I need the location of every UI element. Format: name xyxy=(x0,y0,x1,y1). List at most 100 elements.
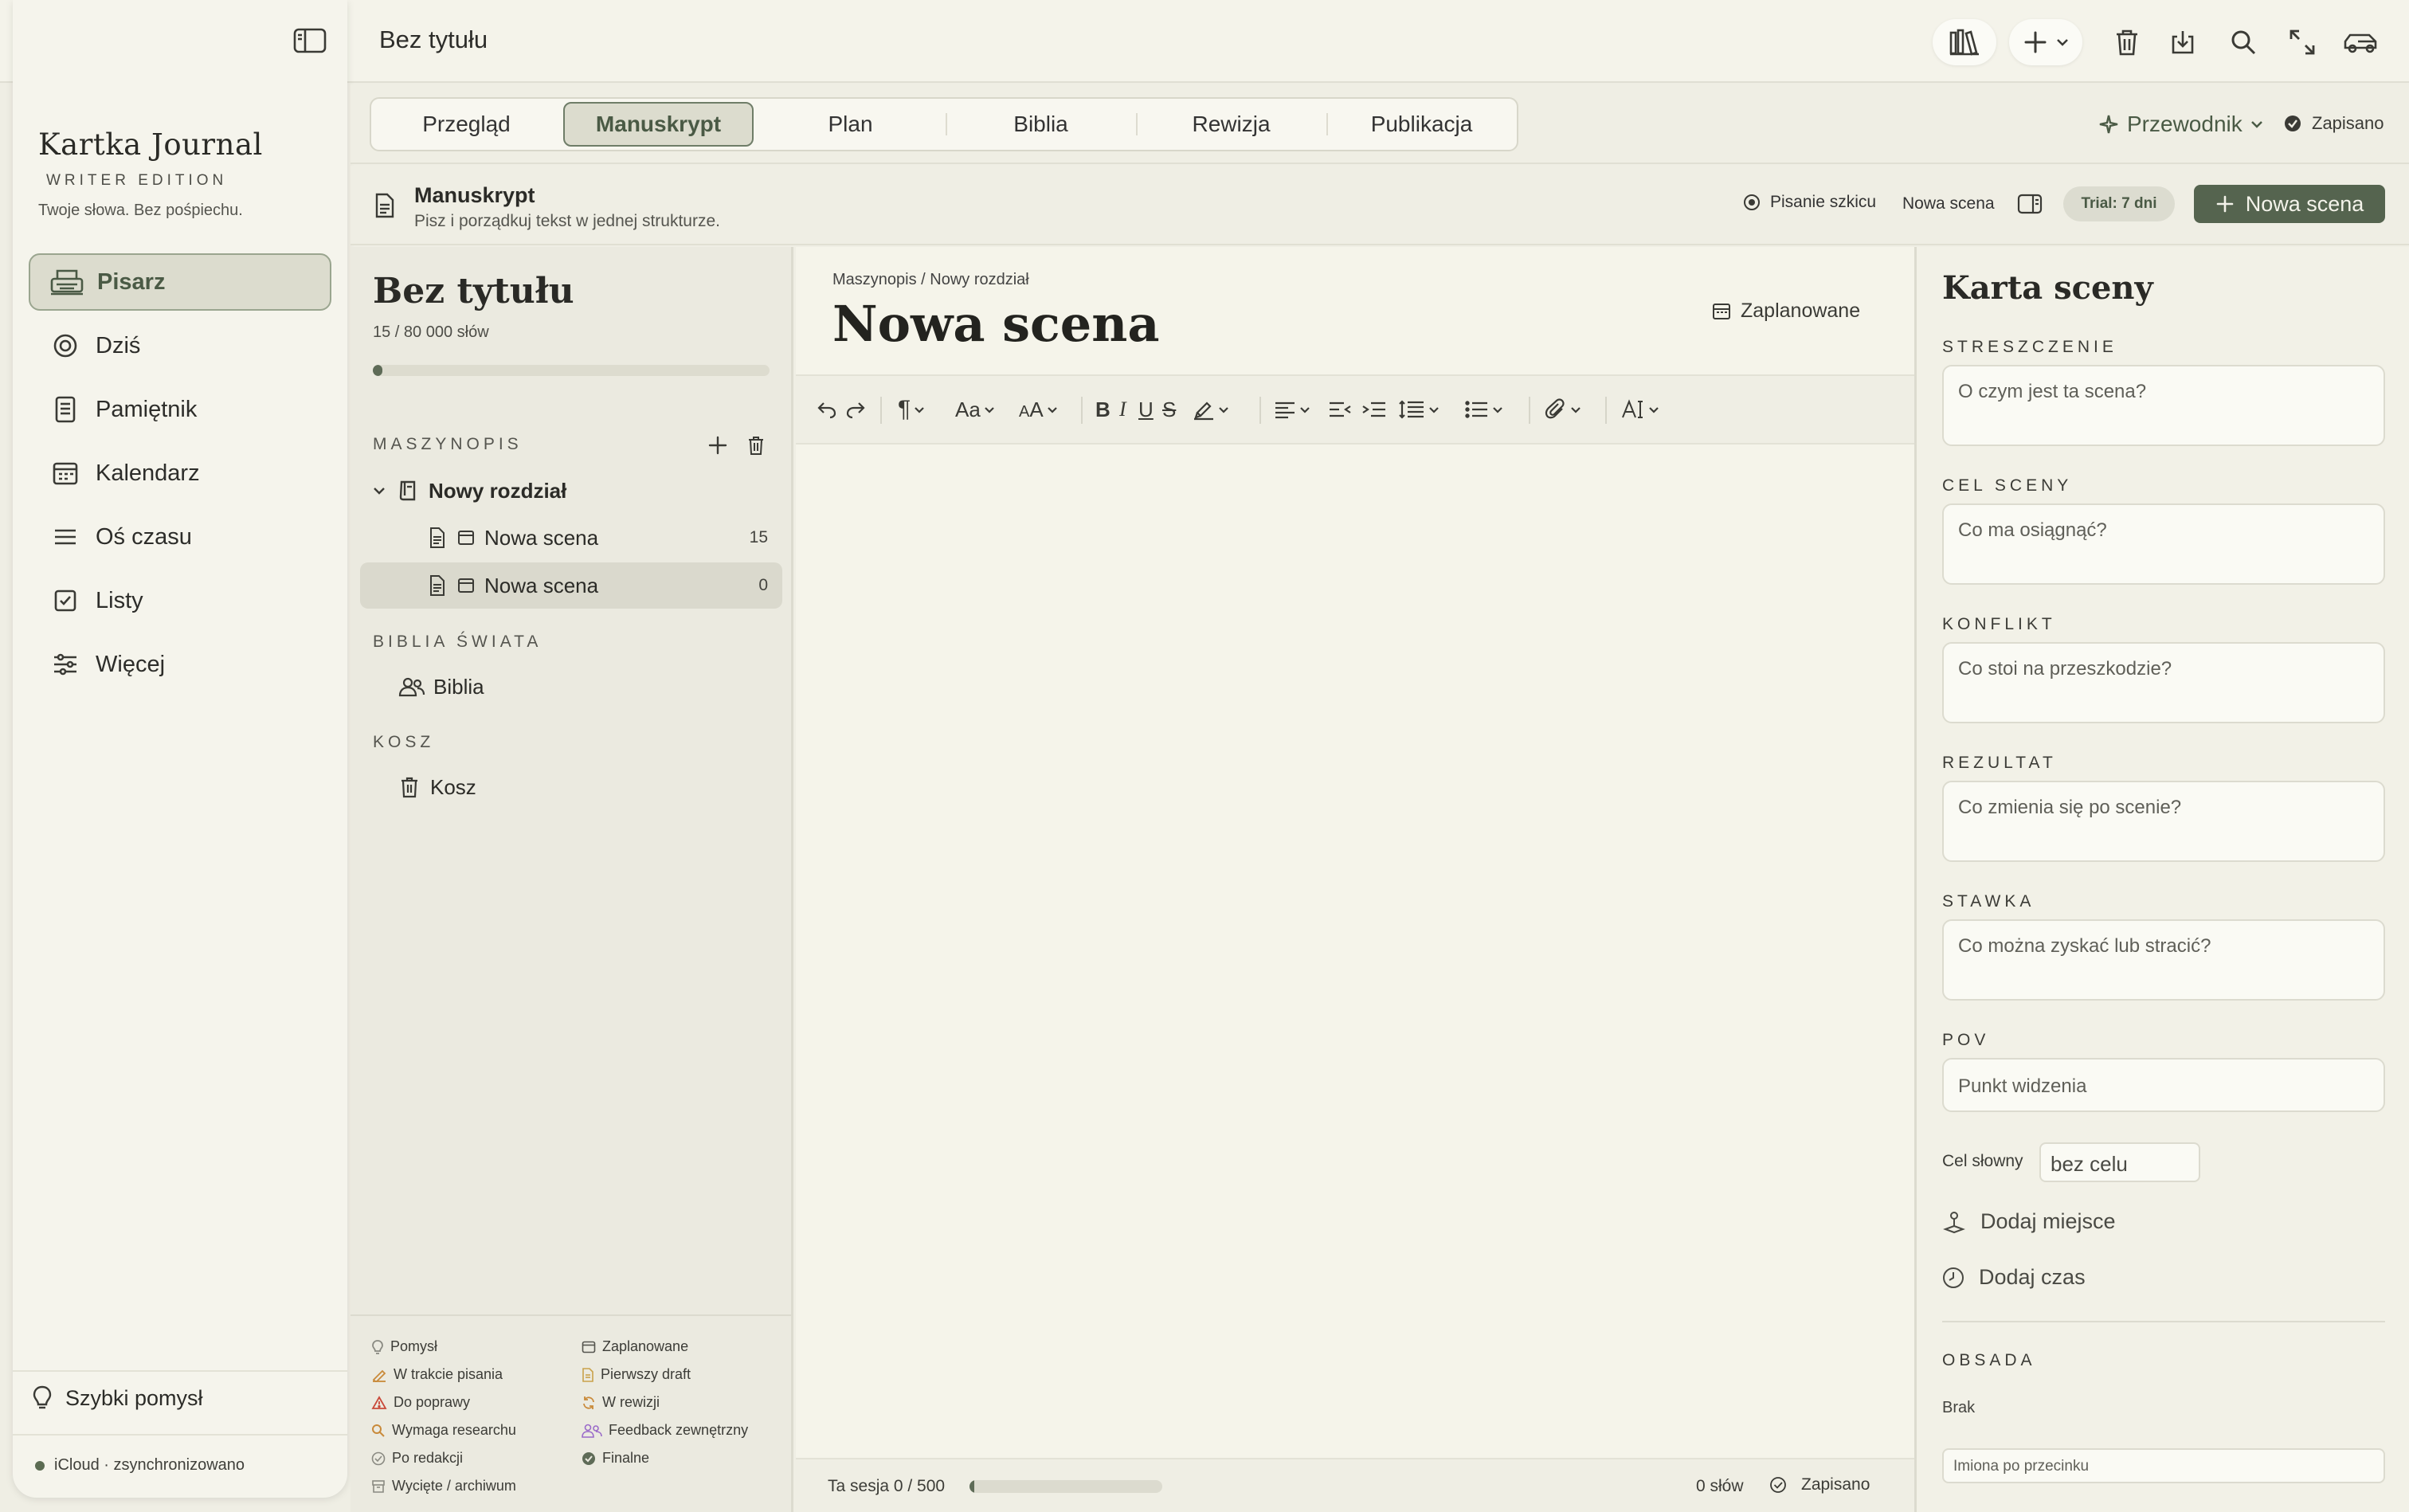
scene-row[interactable]: Nowa scena 15 xyxy=(360,515,782,561)
draft-status[interactable]: Pisanie szkicu xyxy=(1743,193,1876,212)
new-scene-button[interactable]: Nowa scena xyxy=(2194,185,2385,223)
scene-row[interactable]: Nowa scena 0 xyxy=(360,562,782,609)
sidebar-item-pisarz[interactable]: Pisarz xyxy=(29,253,331,311)
add-button[interactable] xyxy=(2009,19,2082,65)
tab-publikacja[interactable]: Publikacja xyxy=(1326,102,1517,147)
font-size-icon: AA xyxy=(1019,397,1044,421)
focus-mode-button[interactable] xyxy=(2340,19,2382,65)
result-field[interactable]: Co zmienia się po scenie? xyxy=(1942,781,2385,862)
undo-button[interactable] xyxy=(817,394,837,425)
summary-field[interactable]: O czym jest ta scena? xyxy=(1942,365,2385,446)
editor: Maszynopis / Nowy rozdział Nowa scena Za… xyxy=(796,247,1914,1512)
export-button[interactable] xyxy=(2167,19,2199,65)
sidebar-item-label: Oś czasu xyxy=(96,523,192,550)
paragraph-style-button[interactable]: ¶ xyxy=(898,394,925,425)
people-icon xyxy=(398,676,425,697)
highlight-button[interactable] xyxy=(1193,394,1229,425)
scene-status-dropdown[interactable]: Zaplanowane xyxy=(1712,300,1860,323)
toolbar-separator xyxy=(880,397,882,424)
cast-input[interactable]: Imiona po przecinku xyxy=(1942,1448,2385,1483)
stakes-field[interactable]: Co można zyskać lub stracić? xyxy=(1942,919,2385,1001)
add-item-icon[interactable] xyxy=(707,435,728,456)
add-place-button[interactable]: Dodaj miejsce xyxy=(1942,1209,2116,1234)
sidebar-item-os-czasu[interactable]: Oś czasu xyxy=(29,508,331,566)
search-button[interactable] xyxy=(2227,19,2259,65)
trash-icon[interactable] xyxy=(747,435,765,456)
bible-item[interactable]: Biblia xyxy=(398,671,484,703)
sidebar-item-pamietnik[interactable]: Pamiętnik xyxy=(29,381,331,438)
font-size-button[interactable]: AA xyxy=(1019,394,1058,425)
library-button[interactable] xyxy=(1933,19,1996,65)
checklist-icon xyxy=(48,589,83,613)
legend-label: W trakcie pisania xyxy=(394,1366,503,1382)
chevron-down-icon xyxy=(914,406,925,413)
scene-title[interactable]: Nowa scena xyxy=(832,295,1160,353)
outdent-button[interactable] xyxy=(1328,394,1353,425)
align-button[interactable] xyxy=(1274,394,1310,425)
sidebar-item-kalendarz[interactable]: Kalendarz xyxy=(29,445,331,502)
calendar-icon xyxy=(1712,303,1731,320)
location-icon xyxy=(1942,1210,1966,1234)
redo-button[interactable] xyxy=(845,394,866,425)
section-subtitle: Pisz i porządkuj tekst w jednej struktur… xyxy=(414,212,720,230)
project-title: Bez tytułu xyxy=(373,271,574,311)
fullscreen-button[interactable] xyxy=(2286,19,2318,65)
tab-biblia[interactable]: Biblia xyxy=(946,102,1136,147)
new-scene-link[interactable]: Nowa scena xyxy=(1902,194,1995,213)
pov-field[interactable]: Punkt widzenia xyxy=(1942,1058,2385,1112)
conflict-field[interactable]: Co stoi na przeszkodzie? xyxy=(1942,642,2385,723)
scene-goal-field[interactable]: Co ma osiągnąć? xyxy=(1942,503,2385,585)
sidebar-toggle-button[interactable] xyxy=(293,27,327,54)
focus-mode-icon xyxy=(2342,30,2380,54)
line-spacing-button[interactable] xyxy=(1398,394,1440,425)
legend-item: Wycięte / archiwum xyxy=(371,1478,516,1494)
trash-button[interactable] xyxy=(2111,19,2143,65)
quick-idea-button[interactable]: Szybki pomysł xyxy=(32,1385,203,1412)
draft-status-label: Pisanie szkicu xyxy=(1770,193,1877,211)
chapter-row[interactable]: Nowy rozdział xyxy=(373,475,566,507)
tab-rewizja[interactable]: Rewizja xyxy=(1136,102,1326,147)
italic-button[interactable]: I xyxy=(1119,394,1126,425)
chevron-down-icon xyxy=(1299,406,1310,413)
chevron-down-icon xyxy=(1492,406,1503,413)
section-header: Manuskrypt Pisz i porządkuj tekst w jedn… xyxy=(351,166,2409,245)
sidebar-item-listy[interactable]: Listy xyxy=(29,572,331,629)
calendar-icon xyxy=(457,530,475,546)
line-spacing-icon xyxy=(1398,399,1425,420)
sidebar-item-dzis[interactable]: Dziś xyxy=(29,317,331,374)
chevron-down-icon xyxy=(1428,406,1440,413)
toolbar-separator xyxy=(1259,397,1261,424)
attachment-button[interactable] xyxy=(1545,394,1581,425)
add-time-button[interactable]: Dodaj czas xyxy=(1942,1265,2086,1290)
font-button[interactable]: Aa xyxy=(955,394,995,425)
tab-manuskrypt[interactable]: Manuskrypt xyxy=(563,102,754,147)
text-style-button[interactable] xyxy=(1621,394,1659,425)
tab-przeglad[interactable]: Przegląd xyxy=(371,102,562,147)
formatting-toolbar: ¶ Aa AA B I U S xyxy=(796,374,1914,445)
brand-tagline: Twoje słowa. Bez pośpiechu. xyxy=(38,202,243,219)
tab-plan[interactable]: Plan xyxy=(755,102,946,147)
list-button[interactable] xyxy=(1465,394,1503,425)
panel-toggle-icon[interactable] xyxy=(2017,193,2043,215)
sidebar-item-wiecej[interactable]: Więcej xyxy=(29,636,331,693)
breadcrumb[interactable]: Maszynopis / Nowy rozdział xyxy=(832,271,1029,289)
sidebar-item-label: Pisarz xyxy=(97,268,166,295)
writing-area[interactable] xyxy=(796,446,1914,1458)
text-cursor-icon xyxy=(1621,398,1645,421)
guide-label: Przewodnik xyxy=(2127,112,2243,136)
indent-button[interactable] xyxy=(1361,394,1387,425)
strikethrough-button[interactable]: S xyxy=(1162,394,1176,425)
library-icon xyxy=(1949,28,1980,57)
trash-item[interactable]: Kosz xyxy=(400,771,476,803)
guide-dropdown[interactable]: Przewodnik xyxy=(2098,112,2263,137)
save-status: Zapisano xyxy=(1769,1475,1870,1494)
trial-badge: Trial: 7 dni xyxy=(2063,186,2175,221)
manuscript-section-label: MASZYNOPIS xyxy=(373,435,523,453)
word-goal-input[interactable]: bez celu xyxy=(2039,1142,2200,1182)
underline-button[interactable]: U xyxy=(1138,394,1154,425)
legend-label: Do poprawy xyxy=(394,1394,471,1410)
plus-icon xyxy=(2215,194,2235,213)
italic-icon: I xyxy=(1119,398,1126,421)
bold-button[interactable]: B xyxy=(1095,394,1110,425)
paragraph-icon: ¶ xyxy=(898,396,911,422)
